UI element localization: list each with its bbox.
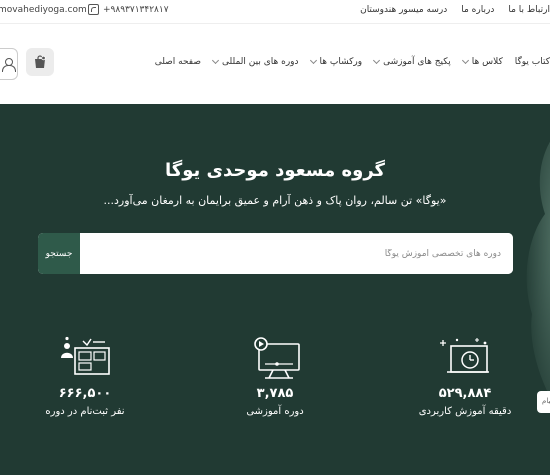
search-input[interactable]: [80, 233, 513, 274]
nav-item-label: صفحه اصلی: [154, 57, 202, 67]
email-link[interactable]: movahediyoga.com: [0, 5, 87, 15]
nav-item-home[interactable]: صفحه اصلی: [155, 57, 201, 67]
top-bar: movahediyoga.com +۹۸۹۳۷۱۳۴۲۸۱۷ درسه میسو…: [0, 0, 550, 24]
main-nav: صفحه اصلی دوره های بین المللی ورکشاپ ها …: [155, 56, 550, 67]
people-board-icon: [61, 336, 110, 375]
course-search: جستجو: [38, 233, 513, 274]
stat-number: ۳,۷۸۵: [256, 386, 294, 401]
cart-button[interactable]: [26, 48, 54, 76]
chevron-down-icon: [309, 56, 317, 65]
chevron-down-icon: [461, 56, 469, 65]
chevron-down-icon: [373, 56, 381, 65]
stat-label: نفر ثبت‌نام در دوره: [45, 406, 125, 417]
stat-enrollments: ۶۶۶,۵۰۰ نفر ثبت‌نام در دوره: [20, 336, 150, 417]
nav-item-packages[interactable]: پکیج های آموزشی: [373, 56, 451, 67]
nav-item-label: کتاب یوگا: [514, 57, 550, 67]
top-links: درسه میسور هندوستان درباره ما ارتباط با …: [360, 5, 550, 15]
phone-contact[interactable]: +۹۸۹۳۷۱۳۴۲۸۱۷: [88, 4, 169, 15]
nav-item-label: کلاس ها: [471, 57, 503, 67]
hero-section: گروه مسعود موحدی یوگا «یوگا» تن سالم، رو…: [0, 104, 550, 475]
nav-item-label: دوره های بین المللی: [222, 57, 299, 67]
stat-number: ۵۲۹,۸۸۴: [438, 386, 492, 401]
stat-courses: ۳,۷۸۵ دوره آموزشی: [210, 336, 340, 417]
user-account-button[interactable]: [0, 48, 18, 80]
nav-item-workshops[interactable]: ورکشاپ ها: [309, 56, 363, 67]
nav-item-label: ورکشاپ ها: [319, 57, 363, 67]
stat-label: دوره آموزشی: [246, 406, 304, 417]
top-link-contact[interactable]: ارتباط با ما: [508, 5, 550, 15]
search-button[interactable]: جستجو: [38, 233, 80, 274]
phone-number: +۹۸۹۳۷۱۳۴۲۸۱۷: [103, 4, 169, 15]
nav-item-international-courses[interactable]: دوره های بین المللی: [211, 56, 299, 67]
phone-icon: [88, 4, 99, 15]
nav-item-classes[interactable]: کلاس ها: [461, 56, 503, 67]
stat-number: ۶۶۶,۵۰۰: [58, 386, 112, 401]
top-link-about[interactable]: درباره ما: [461, 5, 494, 15]
chevron-down-icon: [211, 56, 220, 65]
nav-item-label: پکیج های آموزشی: [383, 57, 451, 67]
stat-minutes: ۵۲۹,۸۸۴ دقیقه آموزش کاربردی: [400, 336, 530, 417]
clock-board-icon: [440, 338, 489, 373]
user-icon: [2, 58, 16, 72]
chat-bubble[interactable]: پیام: [537, 391, 550, 413]
video-monitor-icon: [254, 337, 300, 379]
stat-label: دقیقه آموزش کاربردی: [418, 406, 512, 417]
hero-title: گروه مسعود موحدی یوگا: [165, 160, 385, 181]
shopping-bag-icon: [35, 55, 46, 68]
hero-subtitle: «یوگا» تن سالم، روان پاک و ذهن آرام و عم…: [103, 194, 447, 207]
nav-item-yoga-book[interactable]: کتاب یوگا: [515, 57, 550, 67]
top-link-mysore-school[interactable]: درسه میسور هندوستان: [360, 5, 447, 15]
main-header: صفحه اصلی دوره های بین المللی ورکشاپ ها …: [0, 24, 550, 104]
